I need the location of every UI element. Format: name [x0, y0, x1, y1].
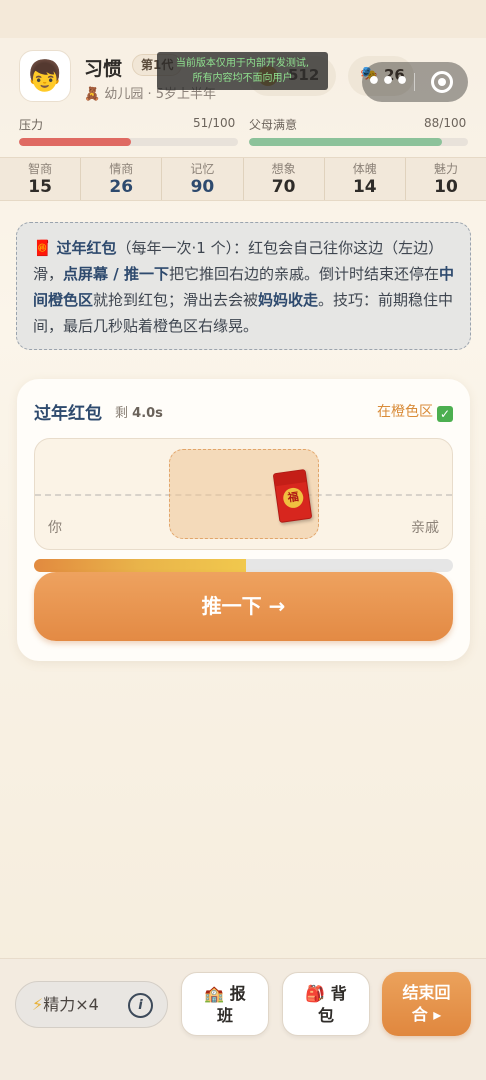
pressure-bar-fill — [19, 138, 131, 146]
time-remaining: 剩 4.0s — [115, 406, 163, 421]
push-track[interactable]: 福 你 亲戚 — [34, 438, 453, 550]
close-miniprogram-button[interactable] — [415, 71, 468, 93]
stats-row: 智商 15 情商 26 记忆 90 想象 70 体魄 14 魅力 10 — [0, 157, 486, 201]
bolt-icon: ⚡ — [32, 995, 44, 1014]
end-turn-button[interactable]: 结束回 合 ▸ — [382, 972, 471, 1036]
stat-eq: 情商 26 — [81, 158, 163, 200]
stat-physique: 体魄 14 — [325, 158, 406, 200]
red-envelope: 福 — [272, 468, 313, 524]
pressure-label: 压力 — [19, 118, 44, 132]
game-instructions: 🧧 过年红包（每年一次·1 个）：红包会自己往你这边（左边）滑，点屏幕 / 推一… — [16, 222, 471, 350]
pressure-value: 51/100 — [193, 116, 236, 130]
instructions-title: 过年红包 — [56, 239, 117, 257]
bottom-bar: ⚡精力×4 i 🏫 报 班 🎒 背 包 结束回 合 ▸ — [0, 958, 486, 1080]
track-label-you: 你 — [48, 520, 62, 536]
stat-imagination: 想象 70 — [244, 158, 325, 200]
more-menu-button[interactable]: ••• — [362, 62, 414, 102]
countdown-bar-fill — [34, 559, 246, 572]
track-label-relatives: 亲戚 — [411, 520, 439, 536]
red-envelope-icon: 🧧 — [33, 239, 52, 257]
zone-status: 在橙色区 ✓ — [377, 401, 453, 422]
parent-satisfaction-label: 父母满意 — [249, 118, 298, 132]
countdown-bar — [34, 559, 453, 572]
avatar[interactable]: 👦 — [19, 50, 71, 102]
stat-iq: 智商 15 — [0, 158, 82, 200]
parent-satisfaction-bar-fill — [249, 138, 442, 146]
info-icon[interactable]: i — [128, 993, 153, 1018]
parent-satisfaction-value: 88/100 — [424, 116, 467, 130]
backpack-icon: 🎒 — [305, 984, 326, 1003]
pressure-bar — [19, 138, 238, 146]
enroll-class-button[interactable]: 🏫 报 班 — [181, 972, 269, 1036]
fu-seal: 福 — [281, 486, 305, 510]
backpack-button[interactable]: 🎒 背 包 — [282, 972, 370, 1036]
dev-watermark: 当前版本仅用于内部开发测试, 所有内容均不面向用户 — [157, 52, 328, 90]
energy-indicator: ⚡精力×4 i — [15, 981, 168, 1028]
stat-memory: 记忆 90 — [162, 158, 244, 200]
minigame-card: 过年红包 剩 4.0s 在橙色区 ✓ 福 你 亲戚 推一下 → — [17, 379, 470, 661]
school-icon: 🏫 — [204, 984, 225, 1003]
parent-satisfaction-bar — [249, 138, 468, 146]
push-button[interactable]: 推一下 → — [34, 572, 453, 641]
player-name: 习惯 — [84, 58, 123, 80]
stat-charm: 魅力 10 — [433, 162, 458, 197]
close-ring-icon — [430, 71, 453, 93]
status-strip — [0, 0, 486, 38]
miniprogram-capsule: ••• — [362, 62, 468, 102]
minigame-title: 过年红包 — [34, 404, 102, 424]
check-icon: ✓ — [437, 406, 453, 422]
